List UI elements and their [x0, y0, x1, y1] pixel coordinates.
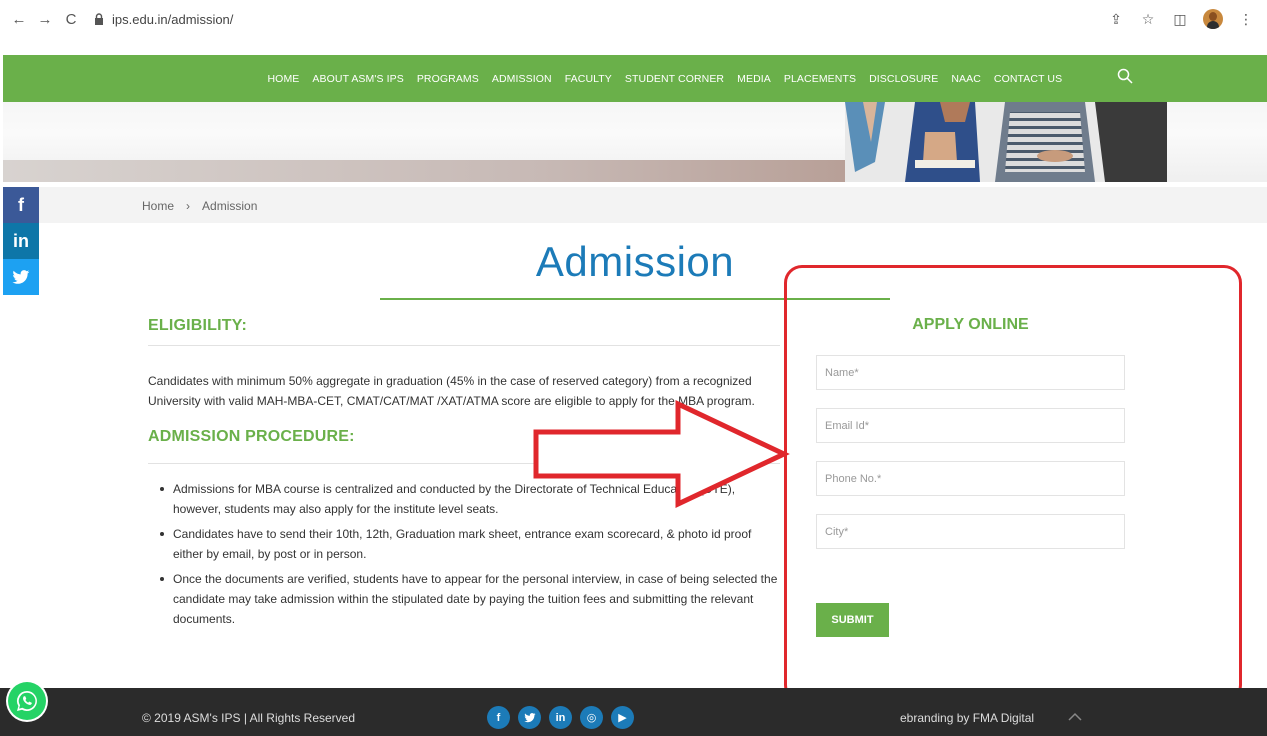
footer-youtube-icon[interactable]: ▶ [611, 706, 634, 729]
breadcrumb-separator: › [186, 199, 191, 213]
scroll-to-top-icon[interactable] [1066, 708, 1084, 726]
bookmark-star-icon[interactable]: ☆ [1139, 10, 1157, 28]
main-navbar: HOME ABOUT ASM's IPS PROGRAMS ADMISSION … [3, 55, 1267, 102]
share-icon[interactable]: ⇪ [1107, 10, 1125, 28]
back-icon[interactable]: ← [8, 8, 30, 30]
breadcrumb-home[interactable]: Home [142, 199, 174, 213]
twitter-icon[interactable] [3, 259, 39, 295]
nav-home[interactable]: HOME [261, 73, 306, 85]
eligibility-divider [148, 345, 780, 346]
linkedin-icon[interactable]: in [3, 223, 39, 259]
social-share-bar: f in [3, 187, 39, 295]
nav-faculty[interactable]: FACULTY [558, 73, 618, 85]
footer-linkedin-icon[interactable]: in [549, 706, 572, 729]
footer-social-links: f in ◎ ▶ [487, 706, 634, 729]
whatsapp-icon[interactable] [8, 682, 46, 720]
side-panel-icon[interactable]: ◫ [1171, 10, 1189, 28]
lock-icon[interactable] [92, 12, 106, 26]
nav-placements[interactable]: PLACEMENTS [777, 73, 862, 85]
list-item: Once the documents are verified, student… [160, 569, 780, 629]
nav-student-corner[interactable]: STUDENT CORNER [618, 73, 730, 85]
url-text[interactable]: ips.edu.in/admission/ [112, 12, 233, 27]
annotation-highlight-box [784, 265, 1242, 703]
procedure-heading: ADMISSION PROCEDURE: [148, 428, 355, 445]
breadcrumb: Home › Admission [142, 199, 257, 213]
facebook-icon[interactable]: f [3, 187, 39, 223]
nav-naac[interactable]: NAAC [945, 73, 988, 85]
copyright-text: © 2019 ASM's IPS | All Rights Reserved [142, 711, 356, 725]
footer-instagram-icon[interactable]: ◎ [580, 706, 603, 729]
breadcrumb-current: Admission [202, 199, 258, 213]
annotation-arrow [533, 400, 790, 508]
nav-contact-us[interactable]: CONTACT US [987, 73, 1068, 85]
ebranding-text[interactable]: ebranding by FMA Digital [900, 711, 1034, 725]
nav-about[interactable]: ABOUT ASM's IPS [306, 73, 410, 85]
nav-menu: HOME ABOUT ASM's IPS PROGRAMS ADMISSION … [261, 55, 1069, 102]
nav-media[interactable]: MEDIA [731, 73, 778, 85]
nav-disclosure[interactable]: DISCLOSURE [863, 73, 945, 85]
address-bar[interactable]: ips.edu.in/admission/ [92, 5, 233, 33]
browser-menu-icon[interactable]: ⋮ [1237, 10, 1255, 28]
footer-facebook-icon[interactable]: f [487, 706, 510, 729]
browser-toolbar: ← → C ips.edu.in/admission/ ⇪ ☆ ◫ ⋮ [0, 0, 1267, 38]
nav-programs[interactable]: PROGRAMS [410, 73, 485, 85]
hero-banner [3, 102, 1267, 182]
eligibility-heading: ELIGIBILITY: [148, 317, 247, 334]
forward-icon[interactable]: → [34, 8, 56, 30]
students-photo [845, 102, 1167, 182]
hero-strip [3, 160, 903, 182]
nav-admission[interactable]: ADMISSION [485, 73, 558, 85]
reload-icon[interactable]: C [60, 8, 82, 30]
profile-avatar[interactable] [1203, 9, 1223, 29]
search-icon[interactable] [1117, 68, 1133, 84]
list-item: Candidates have to send their 10th, 12th… [160, 524, 780, 564]
footer-twitter-icon[interactable] [518, 706, 541, 729]
